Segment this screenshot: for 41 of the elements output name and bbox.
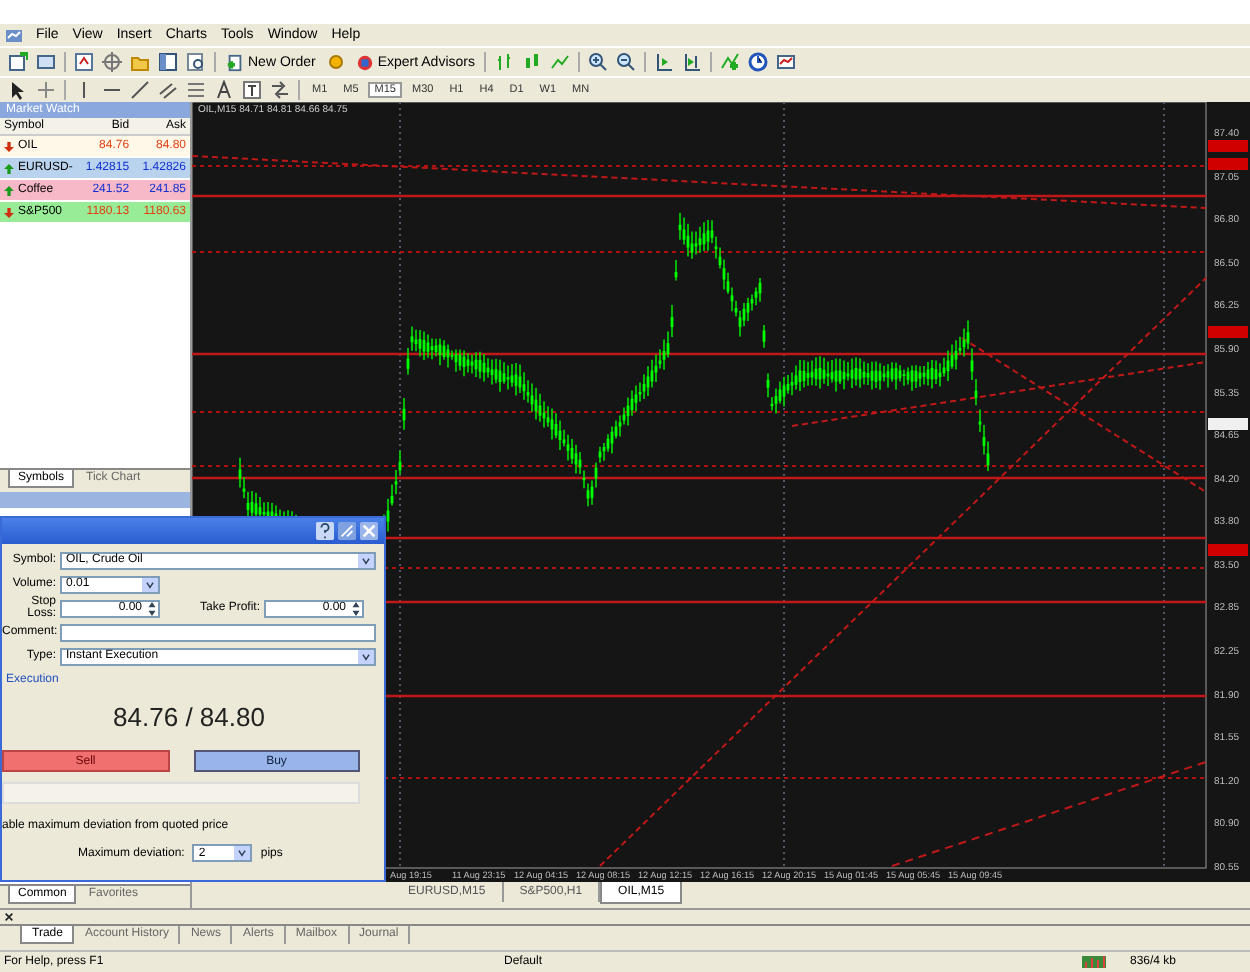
template-icon[interactable] — [776, 52, 797, 72]
market-watch-icon[interactable] — [74, 52, 94, 72]
price-tag — [1208, 158, 1248, 170]
new-chart-icon[interactable] — [8, 52, 28, 72]
fibonacci-icon[interactable] — [186, 80, 206, 100]
comment-field[interactable] — [60, 623, 376, 641]
folder-icon[interactable] — [130, 52, 150, 72]
text-label-icon[interactable] — [242, 80, 262, 100]
close-icon[interactable] — [4, 912, 14, 922]
dropdown-arrow-icon — [358, 649, 374, 663]
dropdown-arrow-icon — [142, 577, 158, 591]
crosshair-icon[interactable] — [36, 80, 56, 100]
zoom-in-icon[interactable] — [588, 52, 609, 72]
cursor-icon[interactable] — [8, 80, 28, 100]
autoscroll-icon[interactable] — [682, 52, 703, 72]
help-icon[interactable] — [316, 522, 334, 540]
dropdown-arrow-icon — [234, 846, 251, 860]
price-quote: 84.76 / 84.80 — [111, 702, 267, 732]
price-tag — [1208, 418, 1248, 430]
expert-advisors-icon — [355, 53, 374, 71]
price-tag — [1208, 544, 1248, 556]
profiles-icon[interactable] — [36, 52, 56, 72]
chart-shift-icon[interactable] — [654, 52, 675, 72]
window-icon[interactable] — [158, 52, 178, 72]
dropdown-arrow-icon — [358, 553, 374, 567]
text-icon[interactable] — [214, 80, 234, 100]
spinner-arrows-icon[interactable] — [350, 601, 362, 615]
channel-icon[interactable] — [158, 80, 178, 100]
price-tag — [1208, 140, 1248, 152]
clock-icon[interactable] — [748, 52, 769, 72]
sun-icon[interactable] — [325, 52, 346, 72]
new-order-icon — [226, 53, 244, 71]
arrows-icon[interactable] — [270, 80, 290, 100]
app-icon[interactable] — [6, 27, 22, 43]
connection-bars-icon — [1082, 956, 1106, 968]
price-tag — [1208, 326, 1248, 338]
spinner-arrows-icon[interactable] — [146, 601, 158, 615]
crosshair-target-icon[interactable] — [102, 52, 122, 72]
trendline-icon[interactable] — [130, 80, 150, 100]
magnifier-icon[interactable] — [186, 52, 206, 72]
zoom-out-icon[interactable] — [616, 52, 637, 72]
